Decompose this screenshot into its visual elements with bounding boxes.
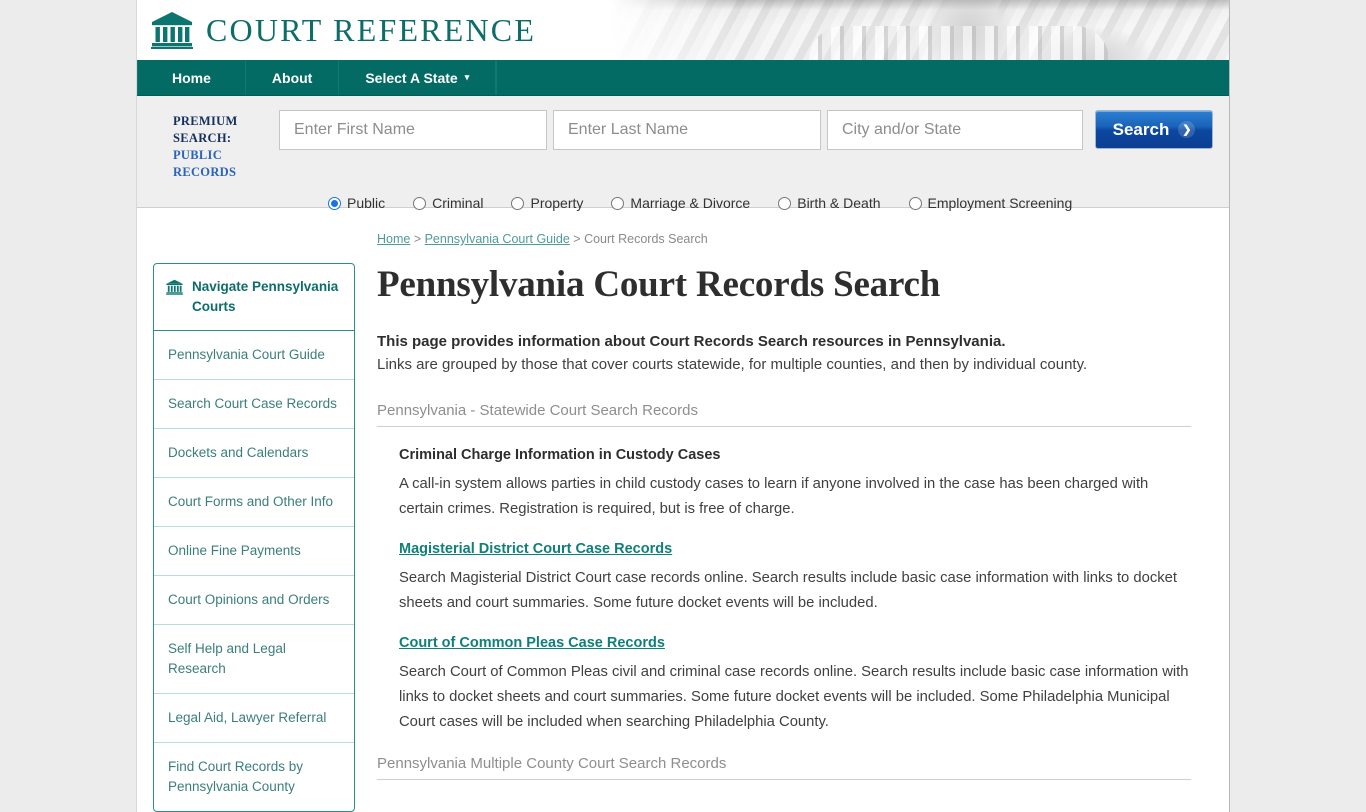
radio-dot-employment-screening (909, 197, 922, 210)
radio-label-marriage-divorce: Marriage & Divorce (630, 195, 750, 211)
sidebar-item-legal-aid-lawyer-referral[interactable]: Legal Aid, Lawyer Referral (154, 694, 354, 743)
sidebar-item-label: Find Court Records by Pennsylvania Count… (168, 759, 303, 794)
entry-title-link[interactable]: Magisterial District Court Case Records (399, 538, 1191, 560)
breadcrumb-link-home[interactable]: Home (377, 232, 410, 246)
site-brand[interactable]: COURT REFERENCE (151, 0, 536, 60)
sidebar-item-dockets-and-calendars[interactable]: Dockets and Calendars (154, 429, 354, 478)
navigate-courts-title: Navigate Pennsylvania Courts (192, 277, 340, 317)
radio-dot-property (511, 197, 524, 210)
radio-label-birth-death: Birth & Death (797, 195, 880, 211)
radio-dot-public (328, 197, 341, 210)
entry-description: Search Magisterial District Court case r… (399, 566, 1191, 616)
page-container: COURT REFERENCE Home About Select A Stat… (136, 0, 1230, 812)
breadcrumb-separator: > (410, 232, 424, 246)
premium-label-line4: RECORDS (173, 164, 265, 181)
premium-label-line2: SEARCH: (173, 130, 265, 147)
content-area: Navigate Pennsylvania Courts Pennsylvani… (137, 208, 1229, 812)
sidebar-item-label: Self Help and Legal Research (168, 641, 286, 676)
nav-item-about[interactable]: About (246, 60, 339, 95)
section-heading: Pennsylvania - Statewide Court Search Re… (377, 402, 1191, 427)
courthouse-column-banner-image (609, 0, 1229, 60)
record-type-radio-group: Public Criminal Property Marriage & Divo… (328, 195, 1213, 211)
nav-item-select-a-state-label: Select A State (365, 70, 457, 86)
navigate-courts-header: Navigate Pennsylvania Courts (154, 264, 354, 331)
record-entry: Magisterial District Court Case Records … (377, 538, 1191, 616)
premium-label-line1: PREMIUM (173, 113, 265, 130)
nav-spacer (496, 60, 497, 95)
breadcrumb-link-court-guide[interactable]: Pennsylvania Court Guide (425, 232, 570, 246)
radio-option-employment-screening[interactable]: Employment Screening (909, 195, 1073, 211)
site-masthead: COURT REFERENCE (137, 0, 1229, 60)
sidebar-item-find-court-records-by-county[interactable]: Find Court Records by Pennsylvania Count… (154, 743, 354, 811)
premium-search-fields (279, 110, 1083, 150)
sidebar-item-label: Legal Aid, Lawyer Referral (168, 710, 326, 725)
sidebar-item-online-fine-payments[interactable]: Online Fine Payments (154, 527, 354, 576)
record-entry: Court of Common Pleas Case Records Searc… (377, 632, 1191, 735)
premium-label-line3: PUBLIC (173, 147, 265, 164)
sidebar-item-court-opinions-and-orders[interactable]: Court Opinions and Orders (154, 576, 354, 625)
premium-search-label: PREMIUM SEARCH: PUBLIC RECORDS (173, 110, 265, 181)
navigate-courts-card: Navigate Pennsylvania Courts Pennsylvani… (153, 263, 355, 812)
search-button[interactable]: Search ❯ (1095, 110, 1213, 149)
entry-description: Search Court of Common Pleas civil and c… (399, 660, 1191, 735)
radio-label-public: Public (347, 195, 385, 211)
nav-item-home-label: Home (172, 70, 211, 86)
radio-option-criminal[interactable]: Criminal (413, 195, 483, 211)
radio-option-birth-death[interactable]: Birth & Death (778, 195, 880, 211)
sidebar: Navigate Pennsylvania Courts Pennsylvani… (153, 263, 355, 812)
record-entry: Criminal Charge Information in Custody C… (377, 444, 1191, 522)
breadcrumb-current: Court Records Search (584, 232, 708, 246)
sidebar-item-self-help-and-legal-research[interactable]: Self Help and Legal Research (154, 625, 354, 694)
nav-item-about-label: About (272, 70, 312, 86)
first-name-input[interactable] (279, 110, 547, 150)
last-name-input[interactable] (553, 110, 821, 150)
radio-dot-criminal (413, 197, 426, 210)
courthouse-icon (151, 11, 193, 49)
sidebar-item-label: Dockets and Calendars (168, 445, 308, 460)
nav-item-select-a-state[interactable]: Select A State ▾ (339, 60, 496, 95)
radio-label-employment-screening: Employment Screening (928, 195, 1073, 211)
entry-title: Criminal Charge Information in Custody C… (399, 444, 1191, 466)
search-button-label: Search (1113, 120, 1170, 140)
sidebar-item-label: Search Court Case Records (168, 396, 337, 411)
nav-item-home[interactable]: Home (137, 60, 246, 95)
page-title: Pennsylvania Court Records Search (377, 263, 1191, 307)
sidebar-item-label: Court Forms and Other Info (168, 494, 333, 509)
radio-option-marriage-divorce[interactable]: Marriage & Divorce (611, 195, 750, 211)
sidebar-item-label: Court Opinions and Orders (168, 592, 329, 607)
section-statewide: Pennsylvania - Statewide Court Search Re… (377, 402, 1191, 735)
breadcrumb: Home > Pennsylvania Court Guide > Court … (377, 232, 1191, 246)
sidebar-item-label: Online Fine Payments (168, 543, 301, 558)
main-navigation: Home About Select A State ▾ (137, 60, 1229, 96)
radio-option-public[interactable]: Public (328, 195, 385, 211)
entry-description: A call-in system allows parties in child… (399, 472, 1191, 522)
premium-search-bar: PREMIUM SEARCH: PUBLIC RECORDS Search ❯ … (137, 96, 1229, 208)
sidebar-item-court-forms-and-other-info[interactable]: Court Forms and Other Info (154, 478, 354, 527)
radio-label-criminal: Criminal (432, 195, 483, 211)
radio-dot-marriage-divorce (611, 197, 624, 210)
city-state-input[interactable] (827, 110, 1083, 150)
intro-bold-text: This page provides information about Cou… (377, 330, 1191, 353)
breadcrumb-separator: > (570, 232, 584, 246)
radio-option-property[interactable]: Property (511, 195, 583, 211)
chevron-down-icon: ▾ (465, 72, 470, 83)
intro-sub-text: Links are grouped by those that cover co… (377, 353, 1191, 376)
entry-title-link[interactable]: Court of Common Pleas Case Records (399, 632, 1191, 654)
radio-label-property: Property (530, 195, 583, 211)
sidebar-item-label: Pennsylvania Court Guide (168, 347, 325, 362)
site-brand-name: COURT REFERENCE (206, 12, 536, 49)
main-column: Home > Pennsylvania Court Guide > Court … (377, 232, 1213, 812)
radio-dot-birth-death (778, 197, 791, 210)
courthouse-icon (166, 279, 183, 295)
sidebar-item-court-guide[interactable]: Pennsylvania Court Guide (154, 331, 354, 380)
sidebar-item-search-court-case-records[interactable]: Search Court Case Records (154, 380, 354, 429)
chevron-right-icon: ❯ (1178, 121, 1195, 138)
